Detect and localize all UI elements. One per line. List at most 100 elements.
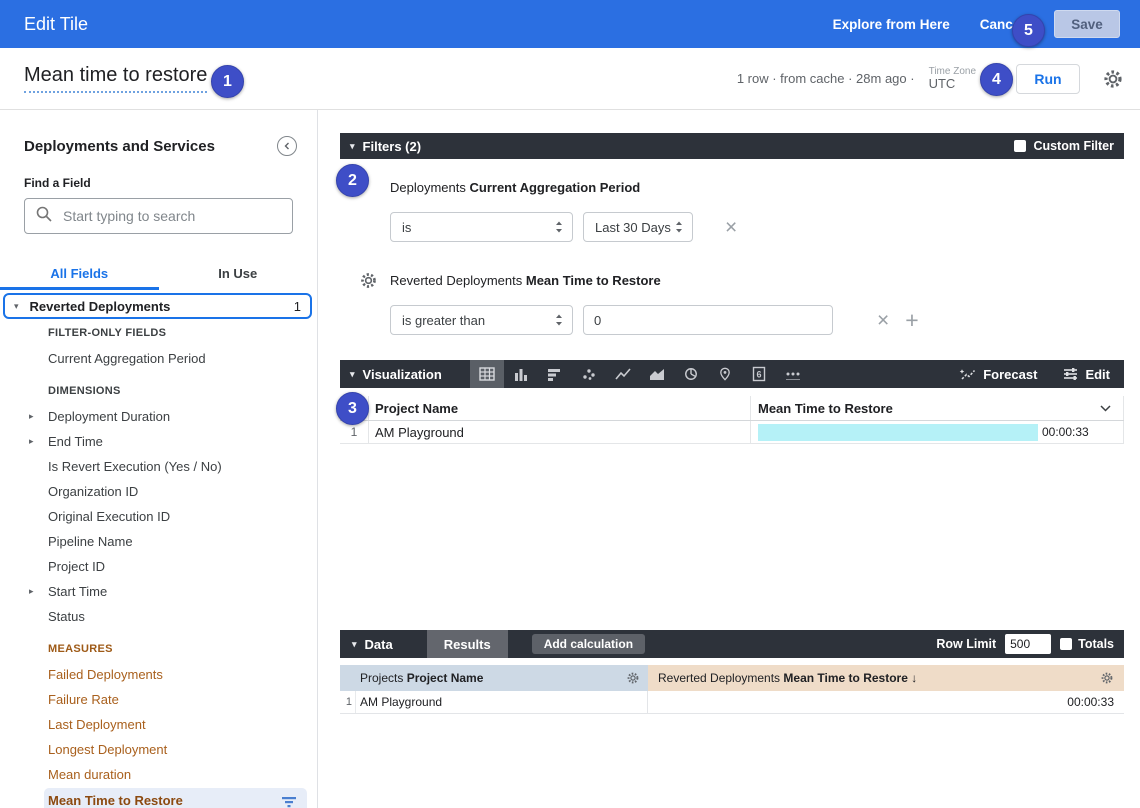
collapse-caret-icon[interactable]: ▾ bbox=[352, 639, 357, 650]
totals-toggle[interactable]: Totals bbox=[1060, 637, 1114, 651]
add-calculation-button[interactable]: Add calculation bbox=[532, 634, 645, 654]
field-original-execution-id[interactable]: Original Execution ID bbox=[0, 504, 317, 529]
viz-col-project-name[interactable]: Project Name bbox=[368, 396, 750, 420]
search-icon bbox=[35, 205, 53, 228]
viz-scatterplot-icon[interactable] bbox=[572, 360, 606, 388]
active-tab-underline bbox=[0, 287, 159, 290]
sort-desc-arrow: ↓ bbox=[911, 671, 917, 685]
viz-more-types-icon[interactable] bbox=[776, 360, 810, 388]
field-last-deployment[interactable]: Last Deployment bbox=[0, 712, 317, 737]
sliders-icon bbox=[1063, 367, 1078, 381]
field-start-time[interactable]: ▸Start Time bbox=[0, 579, 317, 604]
unfold-arrows-icon bbox=[555, 314, 563, 326]
field-is-revert-execution[interactable]: Is Revert Execution (Yes / No) bbox=[0, 454, 317, 479]
column-gear-icon[interactable] bbox=[1100, 671, 1114, 685]
view-reverted-deployments[interactable]: ▾ Reverted Deployments 1 bbox=[3, 293, 312, 319]
field-current-aggregation-period[interactable]: Current Aggregation Period bbox=[0, 346, 317, 371]
data-results-table: Projects Project Name Reverted Deploymen… bbox=[340, 665, 1124, 714]
field-search-box[interactable] bbox=[24, 198, 293, 234]
results-tab[interactable]: Results bbox=[427, 630, 508, 658]
filter1-value-select[interactable]: Last 30 Days bbox=[583, 212, 693, 242]
viz-col-mean-time-to-restore[interactable]: Mean Time to Restore bbox=[750, 396, 1124, 420]
visualization-section-header[interactable]: ▾ Visualization bbox=[340, 360, 1124, 388]
filter1-field-label: Deployments Current Aggregation Period bbox=[390, 180, 1124, 195]
viz-bar-chart-icon[interactable] bbox=[538, 360, 572, 388]
explore-from-here-link[interactable]: Explore from Here bbox=[833, 17, 950, 32]
project-name-cell[interactable]: AM Playground bbox=[368, 421, 750, 443]
field-end-time[interactable]: ▸End Time bbox=[0, 429, 317, 454]
filter-only-fields-heading: FILTER-ONLY FIELDS bbox=[0, 321, 317, 346]
totals-checkbox[interactable] bbox=[1060, 638, 1072, 650]
filter-applied-icon[interactable] bbox=[281, 794, 297, 808]
field-organization-id[interactable]: Organization ID bbox=[0, 479, 317, 504]
tab-in-use[interactable]: In Use bbox=[159, 256, 318, 290]
viz-table-icon[interactable] bbox=[470, 360, 504, 388]
field-picker-sidebar: Deployments and Services Find a Field Al… bbox=[0, 110, 318, 808]
viz-map-icon[interactable] bbox=[708, 360, 742, 388]
remove-filter2-icon[interactable]: × bbox=[877, 310, 889, 331]
viz-table-row[interactable]: 1 AM Playground 00:00:33 bbox=[340, 421, 1124, 444]
collapse-caret-icon[interactable]: ▾ bbox=[350, 141, 355, 152]
data-table-row[interactable]: 1 AM Playground 00:00:33 bbox=[340, 691, 1124, 714]
edit-viz-button[interactable]: Edit bbox=[1063, 367, 1110, 382]
caret-down-icon[interactable]: ▾ bbox=[14, 301, 19, 312]
project-name-cell[interactable]: AM Playground bbox=[356, 691, 648, 713]
data-table-header: Projects Project Name Reverted Deploymen… bbox=[340, 665, 1124, 691]
annotation-badge-5: 5 bbox=[1012, 14, 1045, 47]
main-panel: ▾ Filters (2) Custom Filter Deployments … bbox=[340, 110, 1124, 808]
field-failure-rate[interactable]: Failure Rate bbox=[0, 687, 317, 712]
svg-text:6: 6 bbox=[756, 370, 761, 380]
caret-right-icon[interactable]: ▸ bbox=[29, 404, 34, 429]
mean-time-cell[interactable]: 00:00:33 bbox=[648, 695, 1124, 709]
data-col-mean-time-to-restore[interactable]: Reverted Deployments Mean Time to Restor… bbox=[648, 665, 1124, 691]
custom-filter-toggle[interactable]: Custom Filter bbox=[1014, 139, 1114, 153]
field-longest-deployment[interactable]: Longest Deployment bbox=[0, 737, 317, 762]
custom-filter-checkbox[interactable] bbox=[1014, 140, 1026, 152]
annotation-badge-1: 1 bbox=[211, 65, 244, 98]
caret-right-icon[interactable]: ▸ bbox=[29, 429, 34, 454]
caret-right-icon[interactable]: ▸ bbox=[29, 579, 34, 604]
query-status-text: 1 row · from cache · 28m ago · bbox=[737, 71, 915, 86]
timezone-block[interactable]: Time Zone UTC bbox=[929, 66, 976, 91]
viz-single-value-icon[interactable]: 6 bbox=[742, 360, 776, 388]
filter1-operator-select[interactable]: is bbox=[390, 212, 573, 242]
tab-all-fields[interactable]: All Fields bbox=[0, 256, 159, 290]
viz-column-chart-icon[interactable] bbox=[504, 360, 538, 388]
tile-title[interactable]: Mean time to restore bbox=[24, 64, 207, 93]
save-button[interactable]: Save bbox=[1054, 10, 1120, 38]
viz-area-chart-icon[interactable] bbox=[640, 360, 674, 388]
field-mean-duration[interactable]: Mean duration bbox=[0, 762, 317, 787]
viz-pie-chart-icon[interactable] bbox=[674, 360, 708, 388]
chevron-down-icon[interactable] bbox=[1100, 405, 1111, 412]
filters-section-header[interactable]: ▾ Filters (2) Custom Filter bbox=[340, 133, 1124, 159]
field-search-input[interactable] bbox=[63, 208, 282, 224]
viz-line-chart-icon[interactable] bbox=[606, 360, 640, 388]
run-button[interactable]: Run bbox=[1016, 64, 1080, 94]
row-limit-label: Row Limit bbox=[936, 637, 996, 651]
fields-in-use-count: 1 bbox=[294, 299, 301, 314]
field-deployment-duration[interactable]: ▸Deployment Duration bbox=[0, 404, 317, 429]
field-mean-time-to-restore-selected[interactable]: Mean Time to Restore bbox=[44, 788, 307, 808]
collapse-sidebar-icon[interactable] bbox=[277, 136, 297, 156]
forecast-button[interactable]: Forecast bbox=[959, 367, 1037, 382]
row-number: 1 bbox=[340, 691, 356, 713]
field-pipeline-name[interactable]: Pipeline Name bbox=[0, 529, 317, 554]
collapse-caret-icon[interactable]: ▾ bbox=[350, 369, 355, 380]
value-bar bbox=[758, 424, 1038, 441]
timezone-value: UTC bbox=[929, 77, 976, 91]
mean-time-cell[interactable]: 00:00:33 bbox=[750, 421, 1124, 443]
query-settings-gear-icon[interactable] bbox=[1102, 68, 1124, 90]
field-status[interactable]: Status bbox=[0, 604, 317, 629]
row-limit-input[interactable] bbox=[1005, 634, 1051, 654]
filter2-gear-icon[interactable] bbox=[359, 271, 378, 293]
add-filter-icon[interactable]: + bbox=[905, 309, 918, 332]
field-failed-deployments[interactable]: Failed Deployments bbox=[0, 662, 317, 687]
filter2-value-input[interactable] bbox=[583, 305, 833, 335]
remove-filter1-icon[interactable]: × bbox=[725, 217, 737, 238]
field-project-id[interactable]: Project ID bbox=[0, 554, 317, 579]
data-section-header[interactable]: ▾ Data Results Add calculation Row Limit… bbox=[340, 630, 1124, 658]
data-col-project-name[interactable]: Projects Project Name bbox=[340, 665, 648, 691]
unfold-arrows-icon bbox=[675, 221, 683, 233]
column-gear-icon[interactable] bbox=[626, 671, 640, 685]
filter2-operator-select[interactable]: is greater than bbox=[390, 305, 573, 335]
